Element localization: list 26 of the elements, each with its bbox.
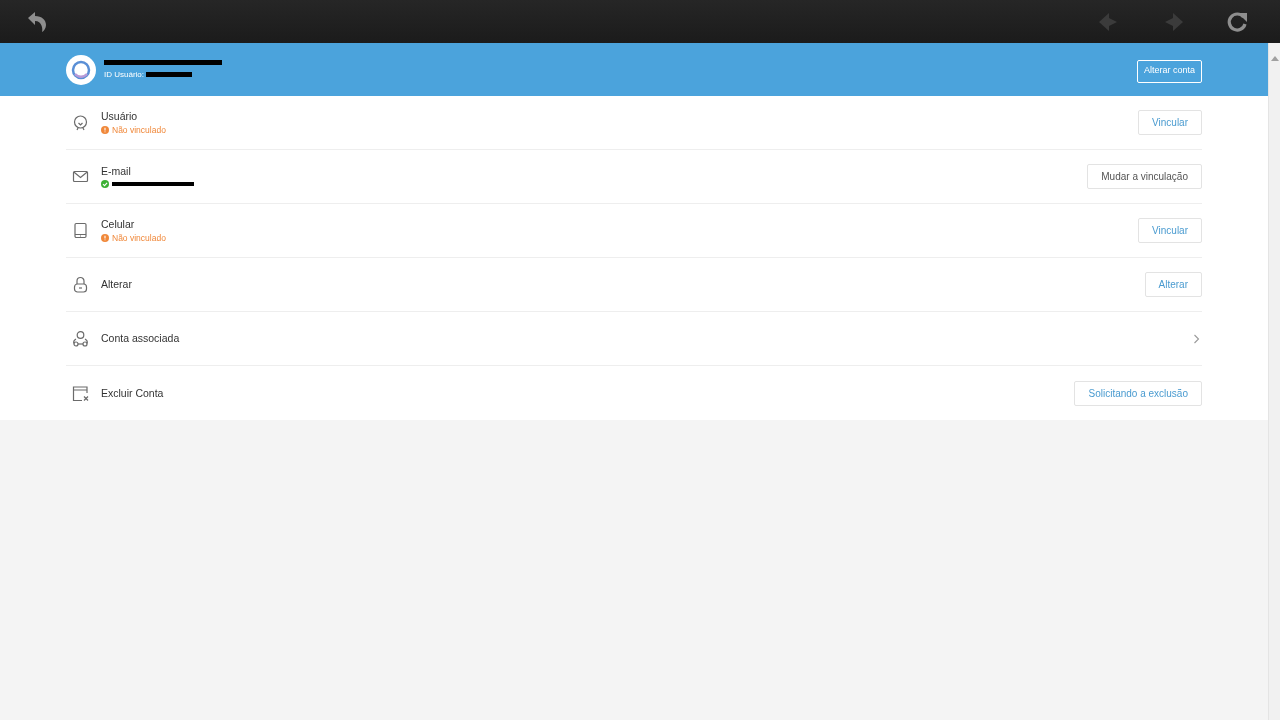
setting-title: Celular: [101, 217, 135, 231]
mobile-phone-icon: [72, 222, 89, 239]
setting-title: Usuário: [101, 109, 138, 123]
action-button[interactable]: Vincular: [1138, 110, 1202, 135]
window-close-icon: [72, 384, 89, 402]
status-text: Não vinculado: [112, 232, 166, 244]
reload-icon[interactable]: [1225, 9, 1249, 34]
action-button[interactable]: Solicitando a exclusão: [1074, 380, 1202, 406]
scroll-up-arrow-icon[interactable]: [1270, 55, 1279, 61]
switch-account-button[interactable]: Alterar conta: [1136, 59, 1202, 83]
user-group-icon: [72, 330, 89, 347]
action-button[interactable]: Vincular: [1138, 218, 1202, 243]
lock-icon: [72, 276, 89, 293]
round-face-icon: [72, 114, 89, 131]
status-text: Não vinculado: [112, 124, 166, 136]
user-id-label: ID Usuário:: [104, 69, 144, 80]
envelope-icon: [72, 168, 89, 185]
scrollbar[interactable]: [1268, 43, 1280, 720]
setting-title: Alterar: [101, 278, 132, 291]
chevron-right-icon[interactable]: [1193, 333, 1200, 344]
action-button[interactable]: Alterar: [1144, 272, 1202, 297]
action-button[interactable]: Mudar a vinculação: [1087, 164, 1202, 189]
setting-title: Conta associada: [101, 332, 180, 345]
avatar-icon: [66, 54, 96, 85]
setting-title: E-mail: [101, 165, 131, 178]
setting-title: Excluir Conta: [101, 386, 164, 400]
